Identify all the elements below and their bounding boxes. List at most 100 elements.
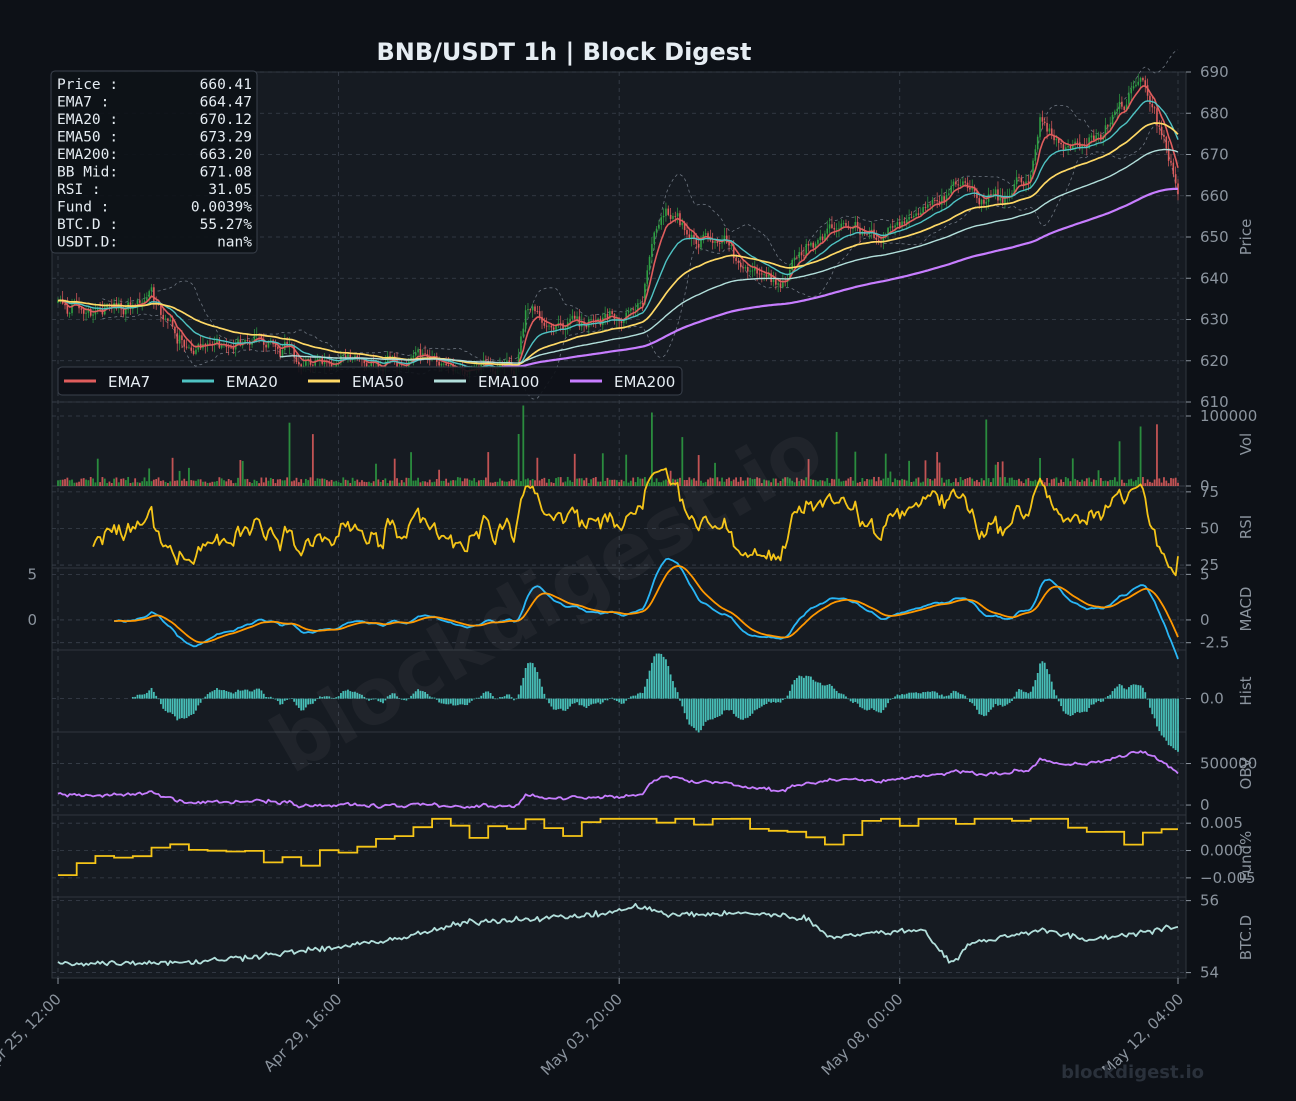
candle-body [765, 274, 768, 277]
histogram-bar [945, 695, 948, 699]
histogram-bar [597, 698, 600, 703]
histogram-bar [964, 695, 967, 699]
candle-body [728, 242, 730, 246]
histogram-bar [576, 698, 578, 703]
histogram-bar [202, 698, 204, 700]
volume-bar [1113, 477, 1116, 486]
volume-bar [933, 478, 936, 486]
histogram-bar [760, 698, 763, 707]
legend: EMA7 EMA20 EMA50 EMA100 EMA200 [57, 366, 683, 396]
candle-body [267, 342, 270, 348]
y-tick-label: 5 [1200, 565, 1210, 583]
histogram-bar [213, 690, 216, 699]
histogram-bar [997, 698, 999, 706]
histogram-bar [915, 692, 918, 699]
candle-body [1093, 135, 1095, 141]
histogram-bar [1060, 698, 1062, 707]
volume-bar [1160, 482, 1163, 486]
candle-body [1170, 160, 1172, 163]
candle-body [810, 242, 812, 246]
histogram-bar [204, 696, 207, 699]
volume-bar [632, 477, 635, 486]
volume-bar [1025, 479, 1027, 486]
volume-bar [344, 479, 347, 486]
histogram-bar [849, 698, 852, 702]
candle-body [1015, 177, 1018, 185]
histogram-bar [1078, 698, 1081, 713]
candle-body [1062, 144, 1065, 150]
y-tick-label: 0 [1200, 611, 1210, 629]
volume-bar [145, 481, 148, 486]
volume-bar [1050, 479, 1053, 486]
volume-bar [578, 478, 581, 486]
candle-body [1034, 149, 1037, 161]
volume-bar [1158, 478, 1161, 486]
candle-body [821, 236, 824, 241]
volume-bar [980, 478, 983, 486]
histogram-bar [615, 698, 618, 702]
histogram-bar [253, 689, 256, 699]
volume-bar [274, 483, 277, 486]
volume-bar [590, 479, 593, 486]
histogram-bar [931, 691, 934, 699]
histogram-bar [503, 696, 506, 699]
histogram-bar [138, 694, 141, 699]
volume-bar [510, 479, 513, 486]
candle-body [1043, 121, 1046, 123]
histogram-bar [618, 698, 621, 703]
candle-body [730, 245, 733, 246]
candle-body [265, 344, 267, 348]
histogram-bar [255, 688, 258, 699]
histogram-bar [665, 659, 667, 699]
candle-body [1118, 101, 1121, 109]
volume-bar [325, 480, 328, 486]
histogram-bar [274, 698, 277, 700]
candle-body [545, 325, 548, 327]
volume-bar [188, 467, 190, 486]
volume-bar [618, 482, 621, 486]
volume-bar [302, 482, 305, 486]
candle-body [1121, 101, 1123, 107]
candle-body [739, 262, 742, 268]
candle-body [1107, 125, 1109, 127]
histogram-bar [515, 698, 518, 700]
candle-body [443, 363, 445, 365]
volume-bar [1053, 478, 1055, 486]
candle-body [344, 355, 347, 358]
histogram-bar [905, 693, 908, 699]
volume-bar [580, 478, 583, 486]
histogram-bar [543, 693, 546, 699]
volume-bar [1167, 483, 1170, 486]
histogram-bar [847, 698, 850, 700]
volume-bar [68, 480, 71, 486]
histogram-bar [199, 698, 202, 703]
histogram-bar [1088, 698, 1091, 708]
histogram-bar [793, 680, 796, 699]
volume-bar [604, 480, 607, 486]
histogram-bar [812, 679, 815, 699]
legend-label-ema100: EMA100 [478, 373, 539, 391]
histogram-bar [817, 682, 819, 699]
candle-body [985, 201, 988, 204]
histogram-bar [463, 698, 466, 706]
candle-body [1048, 128, 1051, 132]
volume-bar [115, 477, 118, 486]
volume-bar [155, 479, 158, 486]
candle-body [1041, 117, 1044, 122]
histogram-bar [1011, 698, 1013, 702]
histogram-bar [1004, 698, 1006, 706]
histogram-bar [244, 689, 246, 699]
volume-bar [468, 479, 471, 486]
histogram-bar [735, 698, 737, 717]
volume-bar [78, 481, 80, 486]
volume-bar [973, 481, 976, 486]
histogram-bar [1006, 698, 1009, 705]
volume-bar [1071, 458, 1074, 486]
volume-bar [1074, 478, 1077, 486]
candle-body [122, 309, 125, 315]
histogram-bar [700, 698, 702, 731]
histogram-bar [494, 698, 497, 700]
histogram-bar [538, 678, 541, 699]
volume-bar [494, 481, 497, 486]
candle-body [522, 328, 525, 337]
